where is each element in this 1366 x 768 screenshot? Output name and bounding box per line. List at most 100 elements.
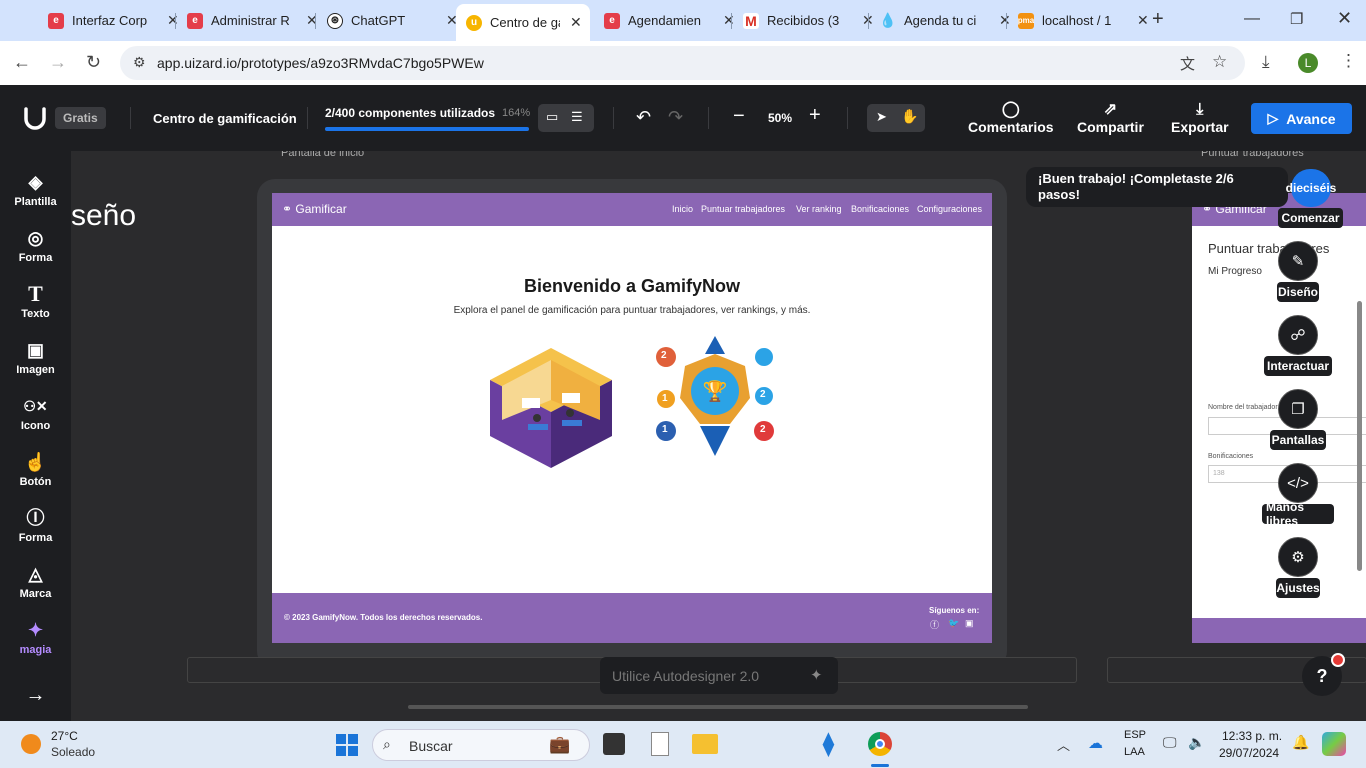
start-button[interactable]: Comenzar bbox=[1278, 208, 1343, 228]
browser-tab[interactable]: ⊛ ChatGPT ✕ bbox=[317, 6, 458, 35]
zoom-out-button[interactable]: − bbox=[733, 105, 745, 128]
sparkle-icon[interactable]: ✦ bbox=[810, 666, 823, 684]
task-view-icon[interactable] bbox=[603, 733, 625, 755]
sidebar-item-forma[interactable]: ◎ Forma bbox=[0, 227, 71, 264]
clock-time[interactable]: 12:33 p. m. bbox=[1222, 729, 1282, 743]
file-explorer-icon[interactable] bbox=[692, 734, 718, 754]
export-button[interactable]: ⤓ Exportar bbox=[1171, 101, 1229, 135]
profile-avatar[interactable]: L bbox=[1298, 53, 1318, 73]
sidebar-item-texto[interactable]: T Texto bbox=[0, 283, 71, 321]
screens-fab[interactable]: ❐ bbox=[1278, 389, 1318, 429]
nav-link[interactable]: Bonificaciones bbox=[851, 204, 909, 214]
close-tab-icon[interactable]: ✕ bbox=[570, 14, 582, 31]
browser-menu-icon[interactable]: ⋮ bbox=[1340, 51, 1357, 71]
language-code[interactable]: ESP bbox=[1124, 729, 1146, 741]
briefcase-icon: 💼 bbox=[549, 735, 571, 754]
bookmark-star-icon[interactable]: ☆ bbox=[1212, 52, 1227, 72]
reload-button[interactable]: ↻ bbox=[86, 52, 101, 73]
keyboard-layout[interactable]: LAA bbox=[1124, 746, 1145, 758]
nav-link[interactable]: Configuraciones bbox=[917, 204, 982, 214]
uizard-logo-icon[interactable] bbox=[22, 105, 48, 131]
url-omnibox[interactable]: ⚙ app.uizard.io/prototypes/a9zo3RMvdaC7b… bbox=[120, 46, 1245, 80]
weather-desc[interactable]: Soleado bbox=[51, 745, 95, 759]
site-settings-icon[interactable]: ⚙ bbox=[133, 54, 146, 71]
upgrade-button[interactable]: ▷ Avance bbox=[1251, 103, 1352, 134]
vscode-icon[interactable]: ⧫ bbox=[823, 731, 834, 757]
sidebar-item-forma-input[interactable]: Ⓘ Forma bbox=[0, 507, 71, 544]
screen-title[interactable]: Puntuar trabajadores bbox=[1201, 151, 1304, 159]
windows-start-icon[interactable] bbox=[335, 733, 359, 757]
browser-tab[interactable]: 💧 Agenda tu ci ✕ bbox=[870, 6, 1010, 35]
home-screen[interactable]: ⚭ Gamificar Inicio Puntuar trabajadores … bbox=[272, 193, 992, 643]
zoom-in-button[interactable]: + bbox=[809, 104, 821, 127]
canvas-scrollbar[interactable] bbox=[1357, 301, 1362, 571]
chrome-icon[interactable] bbox=[868, 732, 892, 756]
interact-fab[interactable]: ☍ bbox=[1278, 315, 1318, 355]
restore-button[interactable]: ❐ bbox=[1290, 10, 1303, 28]
twitter-icon[interactable]: 🐦 bbox=[948, 618, 959, 629]
copilot-icon[interactable] bbox=[1322, 732, 1346, 756]
browser-tab[interactable]: e Administrar R ✕ bbox=[177, 6, 318, 35]
close-tab-icon[interactable]: ✕ bbox=[1137, 12, 1149, 29]
handsfree-fab[interactable]: </> bbox=[1278, 463, 1318, 503]
design-canvas[interactable]: seño Pantalla de inicio Puntuar trabajad… bbox=[71, 151, 1366, 721]
horizontal-scrollbar[interactable] bbox=[408, 705, 1028, 709]
minimize-button[interactable]: — bbox=[1244, 10, 1260, 28]
settings-fab[interactable]: ⚙ bbox=[1278, 537, 1318, 577]
nav-link[interactable]: Puntuar trabajadores bbox=[701, 204, 785, 214]
layout-view-icon[interactable]: ☰ bbox=[571, 109, 583, 125]
share-button[interactable]: ⇗ Compartir bbox=[1077, 101, 1144, 135]
sidebar-item-marca[interactable]: ◬ Marca bbox=[0, 563, 71, 600]
translate-icon[interactable]: 文 bbox=[1180, 53, 1195, 74]
autodesigner-bar[interactable]: Utilice Autodesigner 2.0 ✦ bbox=[600, 657, 838, 694]
onedrive-icon[interactable]: ☁ bbox=[1088, 734, 1103, 752]
forward-button[interactable]: → bbox=[49, 52, 67, 73]
network-icon[interactable]: 🖵 bbox=[1163, 734, 1177, 751]
browser-tab[interactable]: M Recibidos (3 ✕ bbox=[733, 6, 874, 35]
design-fab[interactable]: ✎ bbox=[1278, 241, 1318, 281]
nav-link[interactable]: Ver ranking bbox=[796, 204, 842, 214]
desktop-view-icon[interactable]: ▭ bbox=[546, 109, 558, 125]
notifications-icon[interactable]: 🔔 bbox=[1292, 734, 1309, 751]
weather-temp[interactable]: 27°C bbox=[51, 729, 78, 743]
redo-icon[interactable]: ↷ bbox=[668, 107, 683, 128]
icon-icon: ⚇✕ bbox=[23, 398, 48, 414]
tray-chevron-icon[interactable]: ︿ bbox=[1057, 735, 1070, 754]
undo-icon[interactable]: ↶ bbox=[636, 107, 651, 128]
plan-badge[interactable]: Gratis bbox=[55, 107, 106, 129]
close-window-button[interactable]: ✕ bbox=[1337, 8, 1352, 29]
url-text[interactable]: app.uizard.io/prototypes/a9zo3RMvdaC7bgo… bbox=[157, 55, 484, 71]
taskbar-search[interactable]: ⌕ Buscar 💼 bbox=[372, 729, 590, 761]
browser-tab[interactable]: e Agendamien ✕ bbox=[594, 6, 735, 35]
expand-sidebar-icon[interactable]: → bbox=[0, 684, 71, 707]
pointer-tool-icon[interactable]: ➤ bbox=[876, 109, 887, 125]
sidebar-item-icono[interactable]: ⚇✕ Icono bbox=[0, 395, 71, 432]
browser-tab[interactable]: e Interfaz Corp ✕ bbox=[38, 6, 179, 35]
fab-label: Ajustes bbox=[1276, 578, 1320, 598]
sidebar-item-magia[interactable]: ✦ magia bbox=[0, 619, 71, 656]
autodesigner-input[interactable]: Utilice Autodesigner 2.0 bbox=[612, 668, 759, 684]
linkedin-icon[interactable]: ▣ bbox=[965, 618, 974, 629]
screen-title[interactable]: Pantalla de inicio bbox=[281, 151, 364, 159]
download-icon[interactable]: ⤓ bbox=[1262, 52, 1270, 72]
notepad-icon[interactable] bbox=[651, 732, 669, 756]
back-button[interactable]: ← bbox=[13, 52, 31, 73]
facebook-icon[interactable]: ⓕ bbox=[930, 618, 939, 631]
sidebar-item-plantilla[interactable]: ◈ Plantilla bbox=[0, 171, 71, 208]
sidebar-item-boton[interactable]: ☝ Botón bbox=[0, 451, 71, 488]
browser-tab[interactable]: pma localhost / 1 ✕ bbox=[1008, 6, 1149, 35]
comments-button[interactable]: ◯ Comentarios bbox=[968, 101, 1054, 135]
nav-link[interactable]: Inicio bbox=[672, 204, 693, 214]
weather-sun-icon[interactable] bbox=[21, 734, 41, 754]
clock-date[interactable]: 29/07/2024 bbox=[1219, 746, 1279, 760]
browser-tab-active[interactable]: u Centro de ga ✕ bbox=[456, 4, 590, 41]
sidebar-item-imagen[interactable]: ▣ Imagen bbox=[0, 339, 71, 376]
medal-number: 1 bbox=[662, 393, 668, 404]
project-name[interactable]: Centro de gamificación bbox=[153, 111, 297, 126]
volume-icon[interactable]: 🔈 bbox=[1188, 734, 1205, 751]
new-tab-button[interactable]: + bbox=[1152, 8, 1164, 31]
zoom-level[interactable]: 50% bbox=[768, 111, 792, 125]
brand-logo[interactable]: ⚭ Gamificar bbox=[282, 202, 347, 216]
hand-tool-icon[interactable]: ✋ bbox=[901, 108, 918, 125]
onboarding-badge[interactable]: dieciséis bbox=[1286, 169, 1336, 207]
